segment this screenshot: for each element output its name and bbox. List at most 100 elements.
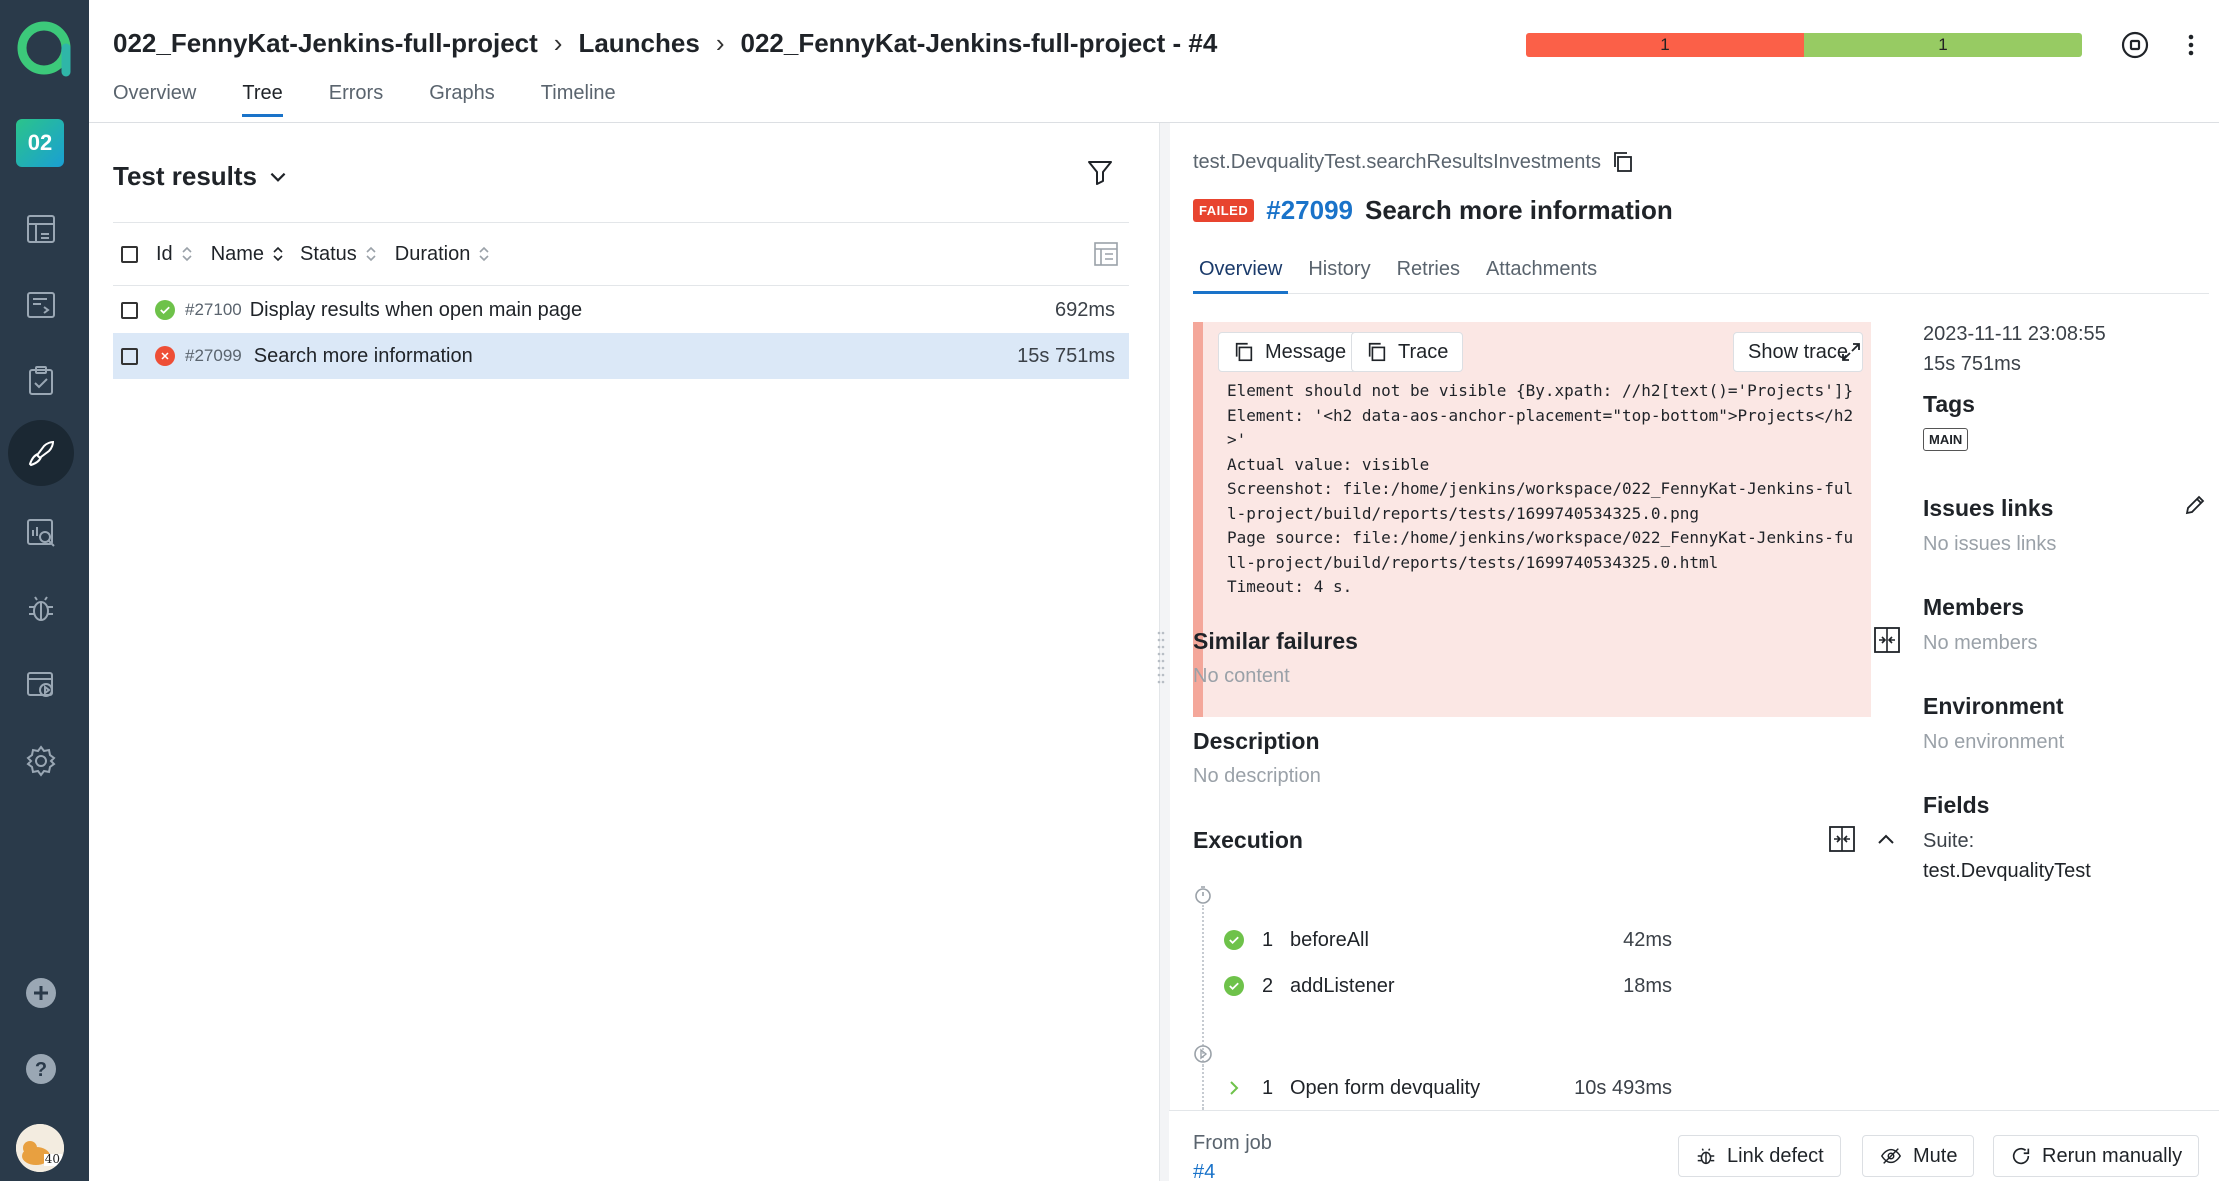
tab-errors[interactable]: Errors bbox=[329, 82, 383, 117]
tab-test-overview[interactable]: Overview bbox=[1193, 258, 1289, 294]
tab-graphs[interactable]: Graphs bbox=[429, 82, 495, 117]
tab-overview[interactable]: Overview bbox=[113, 82, 196, 117]
project-badge[interactable]: 02 bbox=[16, 119, 64, 167]
link-defect-button[interactable]: Link defect bbox=[1678, 1135, 1841, 1177]
tree-pane: Test results Id Name Status Duration #27… bbox=[89, 123, 1159, 1181]
chevron-right-icon[interactable] bbox=[1224, 1078, 1244, 1098]
passed-status-icon bbox=[1224, 976, 1244, 996]
test-id: #27100 bbox=[185, 300, 242, 319]
table-row[interactable]: #27099 Search more information 15s 751ms bbox=[113, 333, 1129, 379]
step-name: Open form devquality bbox=[1290, 1076, 1481, 1099]
column-status[interactable]: Status bbox=[300, 243, 357, 266]
field-suite-label: Suite: bbox=[1923, 830, 1975, 852]
breadcrumb-launches[interactable]: Launches bbox=[578, 28, 699, 59]
test-title: FAILED #27099 Search more information bbox=[1193, 195, 1673, 226]
similar-failures-empty: No content bbox=[1193, 665, 1290, 687]
avatar-badge: 40 bbox=[44, 1152, 60, 1166]
sort-icon[interactable] bbox=[365, 245, 377, 263]
tab-timeline[interactable]: Timeline bbox=[541, 82, 616, 117]
test-title-id[interactable]: #27099 bbox=[1266, 195, 1353, 226]
error-line: Page source: file:/home/jenkins/workspac… bbox=[1227, 528, 1854, 547]
sort-icon[interactable] bbox=[478, 245, 490, 263]
members-empty: No members bbox=[1923, 632, 2038, 654]
table-header: Id Name Status Duration bbox=[113, 223, 1129, 285]
avatar[interactable]: 40 bbox=[16, 1124, 64, 1172]
tab-history[interactable]: History bbox=[1302, 258, 1376, 293]
step-number: 1 bbox=[1262, 928, 1274, 951]
error-line: Element: '<h2 data-aos-anchor-placement=… bbox=[1227, 405, 1854, 425]
error-line: Actual value: visible bbox=[1227, 454, 1430, 474]
passed-count[interactable]: 1 bbox=[1804, 33, 2082, 57]
refresh-icon bbox=[2012, 1147, 2030, 1165]
column-id[interactable]: Id bbox=[156, 243, 173, 266]
fields-label: Fields bbox=[1923, 792, 1990, 818]
passed-status-icon bbox=[1224, 930, 1244, 950]
filter-icon[interactable] bbox=[1085, 157, 1119, 191]
tree-title[interactable]: Test results bbox=[113, 161, 289, 192]
column-settings-icon[interactable] bbox=[1091, 239, 1121, 269]
add-icon[interactable] bbox=[20, 972, 62, 1014]
copy-trace-button[interactable]: Trace bbox=[1351, 332, 1464, 372]
launch-tabs: Overview Tree Errors Graphs Timeline bbox=[113, 82, 662, 117]
body-play-icon bbox=[1193, 1044, 1213, 1064]
help-icon[interactable]: ? bbox=[20, 1048, 62, 1090]
mute-button[interactable]: Mute bbox=[1862, 1135, 1975, 1177]
column-duration[interactable]: Duration bbox=[395, 243, 471, 266]
tab-retries[interactable]: Retries bbox=[1391, 258, 1466, 293]
splitter-grip-icon[interactable] bbox=[1157, 628, 1165, 688]
compare-icon[interactable] bbox=[1827, 824, 1857, 854]
step-duration: 10s 493ms bbox=[1574, 1076, 1672, 1099]
issues-empty: No issues links bbox=[1923, 533, 2057, 555]
tab-tree[interactable]: Tree bbox=[242, 82, 284, 117]
more-vertical-icon[interactable] bbox=[2174, 28, 2208, 62]
bug-icon bbox=[1697, 1148, 1715, 1165]
execution-step[interactable]: 1 beforeAll 42ms bbox=[1224, 917, 1684, 963]
row-checkbox[interactable] bbox=[121, 301, 138, 319]
test-title-name: Search more information bbox=[1365, 195, 1673, 225]
link-defect-label: Link defect bbox=[1727, 1144, 1824, 1167]
compare-icon[interactable] bbox=[1872, 625, 1902, 655]
column-name[interactable]: Name bbox=[211, 243, 264, 266]
step-name: addListener bbox=[1290, 974, 1395, 997]
test-plans-icon[interactable] bbox=[20, 360, 62, 402]
test-cases-icon[interactable] bbox=[20, 284, 62, 326]
row-checkbox[interactable] bbox=[121, 347, 138, 365]
failed-count[interactable]: 1 bbox=[1526, 33, 1804, 57]
chevron-up-icon[interactable] bbox=[1871, 824, 1901, 854]
tag-pill[interactable]: MAIN bbox=[1923, 428, 1969, 451]
sort-icon[interactable] bbox=[272, 245, 284, 263]
jobs-icon[interactable] bbox=[20, 664, 62, 706]
copy-icon[interactable] bbox=[1611, 150, 1635, 174]
project-badge-label: 02 bbox=[27, 130, 53, 155]
tab-attachments[interactable]: Attachments bbox=[1480, 258, 1603, 293]
stop-icon[interactable] bbox=[2118, 28, 2152, 62]
error-box: Message Trace Show trace Element should … bbox=[1193, 322, 1871, 717]
launches-icon[interactable] bbox=[8, 420, 74, 486]
chevron-right-icon: › bbox=[553, 28, 563, 58]
members-label: Members bbox=[1923, 594, 2024, 620]
table-row[interactable]: #27100 Display results when open main pa… bbox=[113, 287, 1129, 333]
defects-icon[interactable] bbox=[20, 588, 62, 630]
analytics-icon[interactable] bbox=[20, 512, 62, 554]
step-number: 1 bbox=[1262, 1076, 1274, 1099]
error-line: Timeout: 4 s. bbox=[1227, 577, 1353, 596]
test-duration: 692ms bbox=[1054, 298, 1115, 321]
select-all-checkbox[interactable] bbox=[121, 245, 138, 263]
description-empty: No description bbox=[1193, 765, 1321, 787]
launch-statistics-bar[interactable]: 1 1 bbox=[1526, 33, 2082, 57]
dashboard-icon[interactable] bbox=[20, 208, 62, 250]
svg-text:?: ? bbox=[35, 1059, 47, 1081]
expand-icon[interactable] bbox=[1831, 332, 1871, 372]
edit-icon[interactable] bbox=[2183, 493, 2211, 521]
rerun-manually-button[interactable]: Rerun manually bbox=[1993, 1135, 2200, 1177]
execution-step[interactable]: 2 addListener 18ms bbox=[1224, 963, 1684, 1009]
allure-logo-icon[interactable] bbox=[14, 18, 74, 78]
settings-icon[interactable] bbox=[20, 740, 62, 782]
breadcrumb-project[interactable]: 022_FennyKat-Jenkins-full-project bbox=[113, 28, 538, 59]
mute-label: Mute bbox=[1913, 1144, 1958, 1167]
from-job-label: From job bbox=[1193, 1132, 1272, 1154]
test-datetime: 2023-11-11 23:08:55 bbox=[1923, 323, 2106, 345]
sort-icon[interactable] bbox=[181, 245, 193, 263]
copy-message-button[interactable]: Message bbox=[1218, 332, 1362, 372]
execution-step[interactable]: 1 Open form devquality 10s 493ms bbox=[1224, 1065, 1684, 1111]
